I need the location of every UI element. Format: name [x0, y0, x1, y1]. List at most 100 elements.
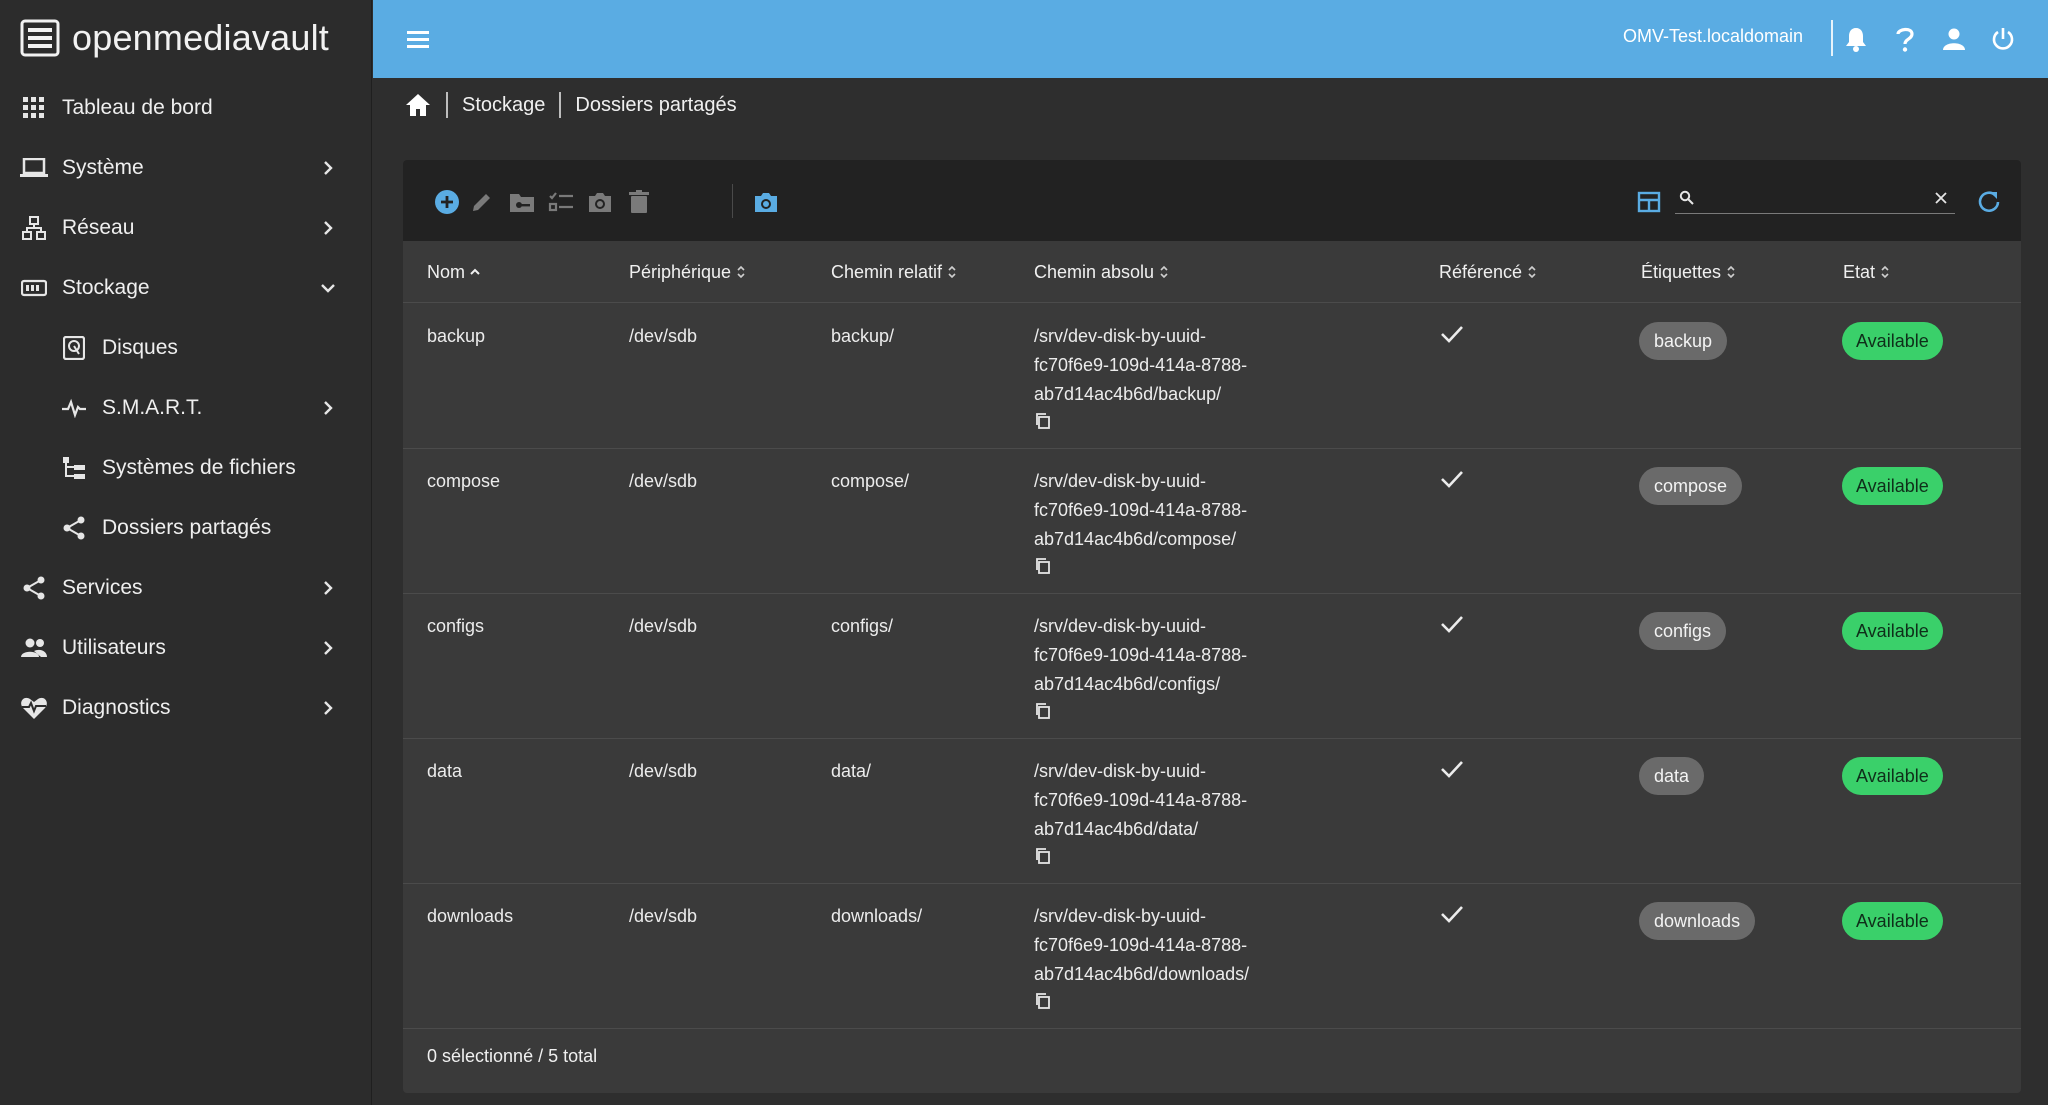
sidebar-item-label: Tableau de bord	[62, 96, 213, 119]
column-header-etat[interactable]: Etat	[1843, 241, 1891, 303]
power-icon[interactable]	[1988, 24, 2018, 54]
breadcrumb-item-stockage[interactable]: Stockage	[462, 94, 545, 117]
cell-absolute-path: /srv/dev-disk-by-uuid- fc70f6e9-109d-414…	[1034, 902, 1249, 989]
tag-chip: compose	[1639, 467, 1743, 505]
toolbar-divider	[732, 184, 733, 218]
absolute-path-line: /srv/dev-disk-by-uuid-	[1034, 616, 1207, 636]
users-icon	[20, 636, 48, 660]
column-header-label: Nom	[427, 261, 466, 282]
absolute-path-line: /srv/dev-disk-by-uuid-	[1034, 906, 1207, 926]
sidebar-item-label: Diagnostics	[62, 696, 171, 719]
breadcrumb-item-dossiers-partages: Dossiers partagés	[575, 93, 737, 116]
sidebar-item-label: Disques	[102, 336, 178, 359]
column-header-chemin-relatif[interactable]: Chemin relatif	[831, 241, 958, 303]
selection-summary: 0 sélectionné / 5 total	[427, 1046, 598, 1066]
column-header-label: Périphérique	[629, 261, 732, 282]
cell-name: compose	[427, 471, 501, 491]
cell-relative-path: backup/	[831, 326, 895, 346]
copy-icon[interactable]	[1034, 557, 1052, 575]
sidebar-item-diagnostics[interactable]: Diagnostics	[0, 678, 372, 738]
sidebar-item-smart[interactable]: S.M.A.R.T.	[0, 378, 372, 438]
cell-name: downloads	[427, 906, 514, 926]
copy-icon[interactable]	[1034, 702, 1052, 720]
sort-icon	[1725, 265, 1737, 279]
chevron-down-icon	[318, 278, 338, 298]
column-header-reference[interactable]: Référencé	[1439, 241, 1538, 303]
breadcrumb: Stockage Dossiers partagés	[404, 88, 737, 122]
sidebar-item-disques[interactable]: Disques	[0, 318, 372, 378]
file-tree-icon	[60, 456, 88, 480]
absolute-path-line: fc70f6e9-109d-414a-8788-	[1034, 645, 1248, 665]
absolute-path-line: ab7d14ac4b6d/compose/	[1034, 529, 1237, 549]
cell-device: /dev/sdb	[629, 326, 698, 346]
sort-icon	[735, 265, 747, 279]
bell-icon[interactable]	[1841, 24, 1871, 54]
sidebar-item-reseau[interactable]: Réseau	[0, 198, 372, 258]
sidebar-item-services[interactable]: Services	[0, 558, 372, 618]
trash-icon[interactable]	[625, 188, 653, 216]
sidebar-item-systeme[interactable]: Système	[0, 138, 372, 198]
table-row[interactable]: downloads /dev/sdb downloads/ /srv/dev-d…	[403, 884, 2021, 1029]
cell-device: /dev/sdb	[629, 616, 698, 636]
copy-icon[interactable]	[1034, 992, 1052, 1010]
add-icon[interactable]	[433, 188, 461, 216]
toolbar	[403, 160, 2021, 241]
storage-icon	[20, 276, 48, 300]
sidebar-item-utilisateurs[interactable]: Utilisateurs	[0, 618, 372, 678]
table-row[interactable]: data /dev/sdb data/ /srv/dev-disk-by-uui…	[403, 739, 2021, 884]
openmediavault-logo-icon	[20, 19, 60, 57]
camera-icon[interactable]	[586, 188, 614, 216]
cell-relative-path: configs/	[831, 616, 894, 636]
search-input[interactable]	[1701, 186, 1921, 212]
chevron-right-icon	[318, 578, 338, 598]
sort-ascending-icon	[469, 265, 481, 279]
table-row[interactable]: backup /dev/sdb backup/ /srv/dev-disk-by…	[403, 304, 2021, 449]
check-icon	[1439, 614, 1465, 634]
cell-absolute-path: /srv/dev-disk-by-uuid- fc70f6e9-109d-414…	[1034, 322, 1247, 409]
table-row[interactable]: compose /dev/sdb compose/ /srv/dev-disk-…	[403, 449, 2021, 594]
column-header-chemin-absolu[interactable]: Chemin absolu	[1034, 241, 1170, 303]
copy-icon[interactable]	[1034, 847, 1052, 865]
grid-icon	[20, 96, 48, 120]
brand[interactable]: openmediavault	[20, 16, 329, 60]
user-icon[interactable]	[1939, 24, 1969, 54]
pulse-icon	[60, 396, 88, 420]
cell-relative-path: compose/	[831, 471, 910, 491]
checklist-icon[interactable]	[547, 188, 575, 216]
clear-icon[interactable]	[1933, 190, 1949, 206]
refresh-icon[interactable]	[1975, 188, 2003, 216]
search-icon	[1679, 190, 1695, 206]
column-header-label: Chemin absolu	[1034, 261, 1155, 282]
sidebar-item-tableau-de-bord[interactable]: Tableau de bord	[0, 78, 372, 138]
column-header-label: Étiquettes	[1641, 261, 1722, 282]
column-header-nom[interactable]: Nom	[427, 241, 481, 303]
absolute-path-line: /srv/dev-disk-by-uuid-	[1034, 761, 1207, 781]
table-columns-icon[interactable]	[1635, 188, 1663, 216]
sidebar-item-stockage[interactable]: Stockage	[0, 258, 372, 318]
menu-icon[interactable]	[405, 27, 433, 51]
folder-key-icon[interactable]	[508, 188, 536, 216]
cell-absolute-path: /srv/dev-disk-by-uuid- fc70f6e9-109d-414…	[1034, 467, 1247, 554]
copy-icon[interactable]	[1034, 412, 1052, 430]
brand-name: openmediavault	[72, 17, 329, 58]
status-badge: Available	[1842, 467, 1943, 505]
absolute-path-line: ab7d14ac4b6d/data/	[1034, 819, 1199, 839]
table-row[interactable]: configs /dev/sdb configs/ /srv/dev-disk-…	[403, 594, 2021, 739]
absolute-path-line: fc70f6e9-109d-414a-8788-	[1034, 500, 1248, 520]
help-icon[interactable]	[1890, 24, 1920, 54]
column-header-label: Chemin relatif	[831, 261, 943, 282]
column-header-peripherique[interactable]: Périphérique	[629, 241, 747, 303]
sidebar-item-dossiers-partages[interactable]: Dossiers partagés	[0, 498, 372, 558]
edit-icon[interactable]	[468, 188, 496, 216]
check-icon	[1439, 324, 1465, 344]
home-icon[interactable]	[404, 91, 432, 119]
share-icon	[60, 516, 88, 540]
absolute-path-line: /srv/dev-disk-by-uuid-	[1034, 326, 1207, 346]
tag-chip: backup	[1639, 322, 1728, 360]
column-header-etiquettes[interactable]: Étiquettes	[1641, 241, 1737, 303]
column-header-label: Etat	[1843, 261, 1876, 282]
table-header: Nom Périphérique Chemin relatif Chemin a…	[403, 241, 2021, 303]
snapshot-camera-icon[interactable]	[752, 188, 780, 216]
sidebar-item-systemes-de-fichiers[interactable]: Systèmes de fichiers	[0, 438, 372, 498]
search-field[interactable]	[1675, 186, 1955, 214]
